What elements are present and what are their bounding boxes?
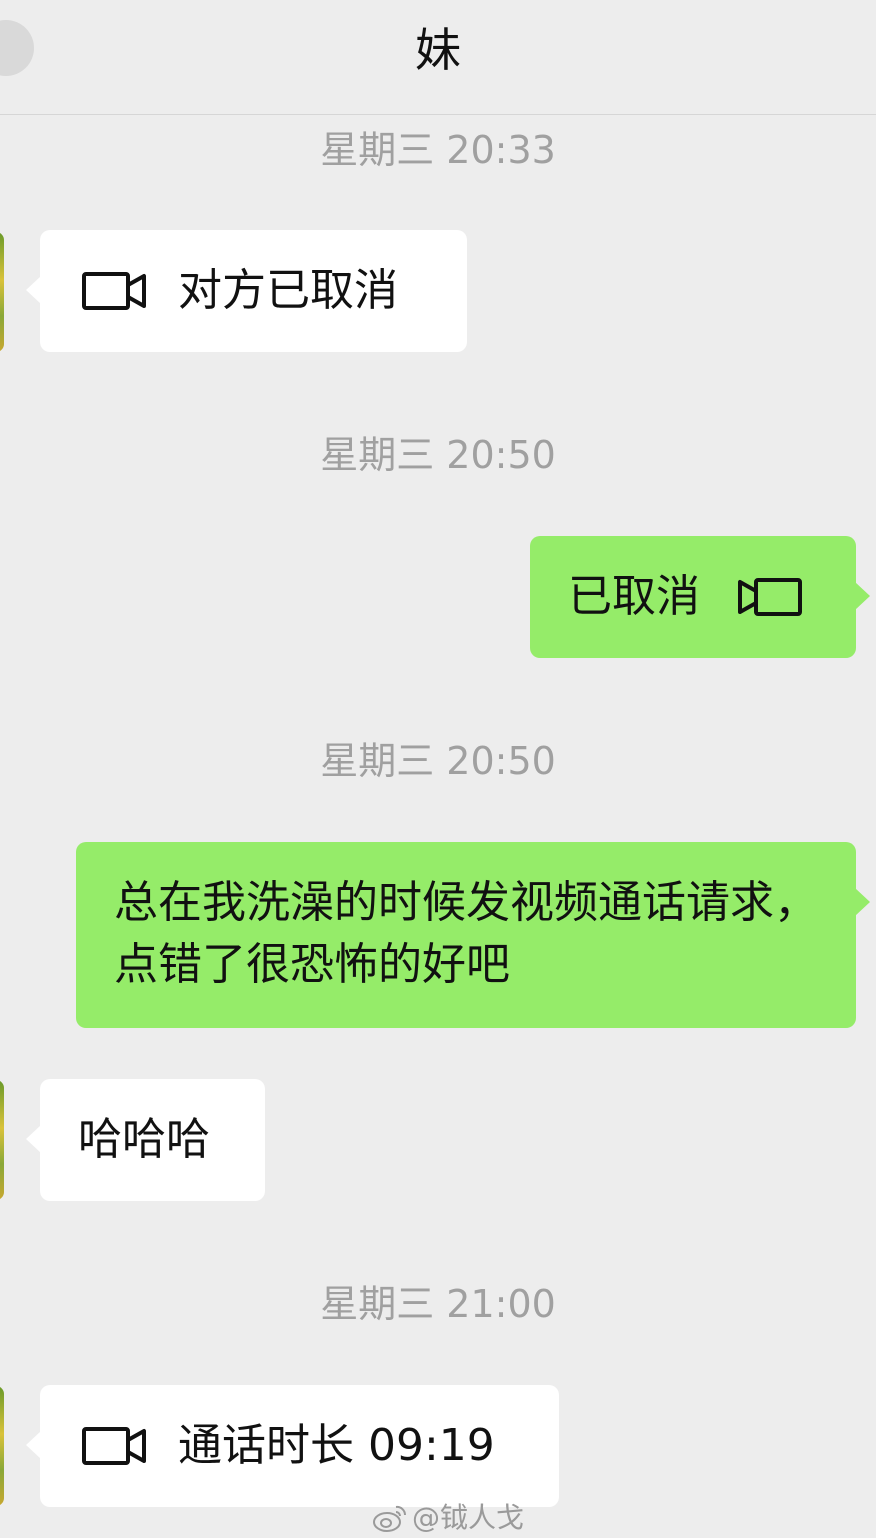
contact-avatar[interactable]: [0, 232, 4, 352]
video-call-message[interactable]: 已取消: [530, 536, 870, 658]
video-camera-icon: [82, 1427, 146, 1465]
message-text: 哈哈哈: [78, 1114, 210, 1165]
text-message[interactable]: 哈哈哈: [26, 1079, 265, 1201]
text-message[interactable]: 总在我洗澡的时候发视频通话请求，点错了很恐怖的好吧: [76, 842, 870, 1028]
message-text: 已取消: [568, 571, 700, 622]
chat-title: 妹: [415, 23, 461, 77]
contact-avatar[interactable]: [0, 1386, 4, 1506]
video-camera-icon: [738, 578, 802, 616]
weibo-icon: [373, 1505, 407, 1532]
chat-header: 妹: [0, 0, 876, 115]
timestamp: 星期三 20:33: [320, 128, 556, 172]
timestamp: 星期三 21:00: [320, 1282, 556, 1326]
message-text: 通话时长 09:19: [178, 1420, 495, 1471]
timestamp: 星期三 20:50: [320, 739, 556, 783]
timestamp: 星期三 20:50: [320, 433, 556, 477]
video-call-message[interactable]: 对方已取消: [26, 230, 467, 352]
watermark-text: @钺人戈: [412, 1501, 525, 1534]
contact-avatar[interactable]: [0, 1080, 4, 1200]
message-text: 对方已取消: [178, 265, 398, 316]
video-camera-icon: [82, 272, 146, 310]
video-call-message[interactable]: 通话时长 09:19: [26, 1385, 559, 1507]
message-text: 总在我洗澡的时候发视频通话请求，点错了很恐怖的好吧: [114, 877, 818, 990]
watermark: @钺人戈: [372, 1498, 524, 1538]
